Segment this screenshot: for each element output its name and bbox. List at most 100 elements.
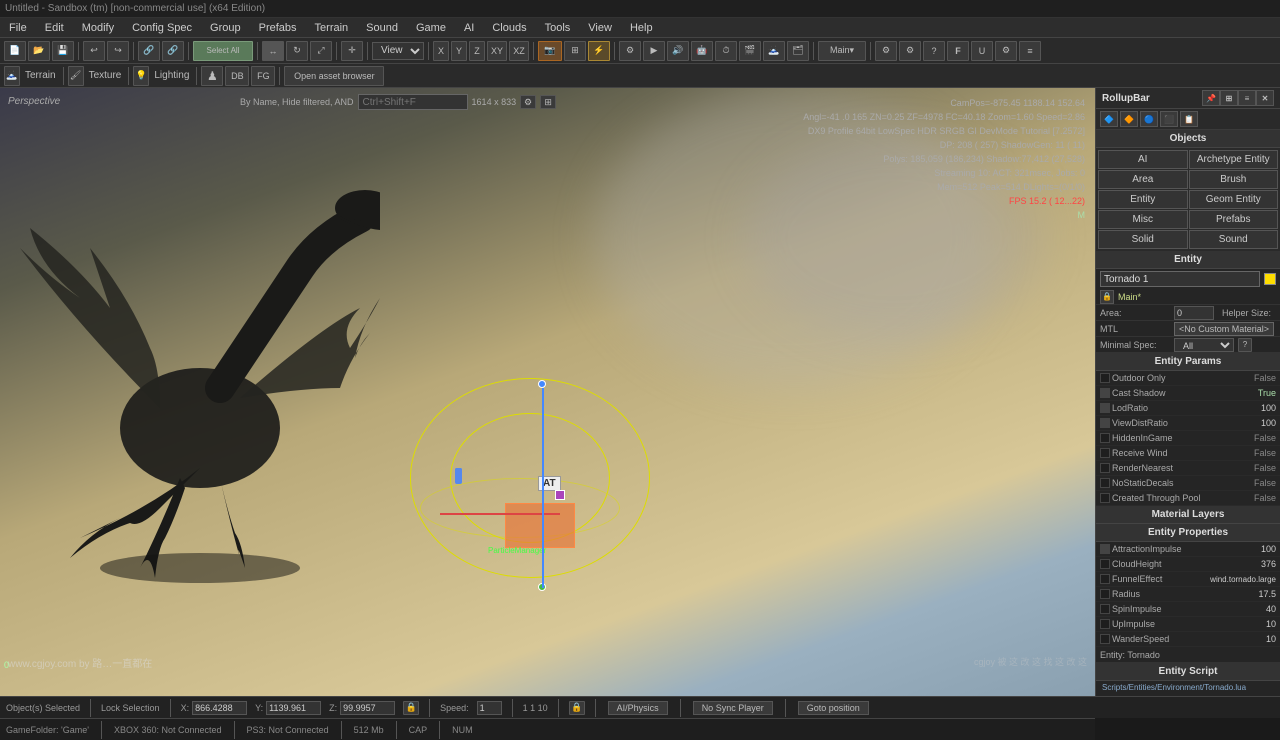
obj-archetype-entity[interactable]: Archetype Entity: [1189, 150, 1279, 169]
area-input[interactable]: [1174, 306, 1214, 320]
open-btn[interactable]: 📂: [28, 41, 50, 61]
lock-icon[interactable]: 🔒: [403, 701, 419, 715]
menu-group[interactable]: Group: [206, 22, 245, 34]
check-cloud-height[interactable]: [1100, 559, 1110, 569]
figure-btn[interactable]: ♟: [201, 66, 223, 86]
settings2-btn[interactable]: ⚙: [899, 41, 921, 61]
menu-tools[interactable]: Tools: [541, 22, 575, 34]
new-btn[interactable]: 📄: [4, 41, 26, 61]
check-created-pool[interactable]: [1100, 493, 1110, 503]
snap-btn[interactable]: ⚡: [588, 41, 610, 61]
select-btn[interactable]: Select All: [193, 41, 253, 61]
menu-config-spec[interactable]: Config Spec: [128, 22, 196, 34]
camera-btn[interactable]: 📷: [538, 41, 562, 61]
undo-btn[interactable]: ↩: [83, 41, 105, 61]
obj-prefabs[interactable]: Prefabs: [1189, 210, 1279, 229]
texture-icon[interactable]: 🖌: [68, 66, 84, 86]
menu-view[interactable]: View: [584, 22, 616, 34]
physics-btn[interactable]: ⚙: [619, 41, 641, 61]
xy-axis[interactable]: XY: [487, 41, 507, 61]
x-input[interactable]: [192, 701, 247, 715]
view-dropdown[interactable]: View: [372, 42, 424, 60]
res-expand-btn[interactable]: ⊞: [540, 95, 556, 109]
menu-ai[interactable]: AI: [460, 22, 478, 34]
obj-ai[interactable]: AI: [1098, 150, 1188, 169]
check-hidden[interactable]: [1100, 433, 1110, 443]
obj-solid[interactable]: Solid: [1098, 230, 1188, 249]
menu-clouds[interactable]: Clouds: [488, 22, 530, 34]
rotate-btn[interactable]: ↻: [286, 41, 308, 61]
handle-purple[interactable]: [555, 490, 565, 500]
check-wander[interactable]: [1100, 634, 1110, 644]
open-asset-btn[interactable]: Open asset browser: [284, 66, 384, 86]
y-axis[interactable]: Y: [451, 41, 467, 61]
link-btn[interactable]: 🔗: [138, 41, 160, 61]
rollup-close-btn[interactable]: ✕: [1256, 90, 1274, 106]
panel-tb-4[interactable]: ⬛: [1160, 111, 1178, 127]
move-btn[interactable]: ↔: [262, 41, 284, 61]
settings-btn[interactable]: ⚙: [875, 41, 897, 61]
panel-tb-3[interactable]: 🔵: [1140, 111, 1158, 127]
no-sync-btn[interactable]: No Sync Player: [693, 701, 773, 715]
play-game-btn[interactable]: ▶: [643, 41, 665, 61]
rollup-menu-btn[interactable]: ≡: [1238, 90, 1256, 106]
main-dropdown[interactable]: Main▾: [818, 41, 866, 61]
obj-brush[interactable]: Brush: [1189, 170, 1279, 189]
search-input[interactable]: [358, 94, 468, 110]
entity-color-dot[interactable]: [1264, 273, 1276, 285]
ai-btn[interactable]: 🤖: [691, 41, 713, 61]
speed-input[interactable]: [477, 701, 502, 715]
panel-tb-2[interactable]: 🔶: [1120, 111, 1138, 127]
check-cast-shadow[interactable]: [1100, 388, 1110, 398]
entity-name-input[interactable]: [1100, 271, 1260, 287]
layer-btn2[interactable]: 🗂: [787, 41, 809, 61]
lighting-icon[interactable]: 💡: [133, 66, 149, 86]
check-attraction[interactable]: [1100, 544, 1110, 554]
panel-tb-5[interactable]: 📋: [1180, 111, 1198, 127]
menu-file[interactable]: File: [5, 22, 31, 34]
check-spin[interactable]: [1100, 604, 1110, 614]
sound-btn[interactable]: 🔊: [667, 41, 689, 61]
x-axis[interactable]: X: [433, 41, 449, 61]
f-btn[interactable]: F: [947, 41, 969, 61]
obj-geom-entity[interactable]: Geom Entity: [1189, 190, 1279, 209]
minimal-spec-btn[interactable]: ?: [1238, 338, 1252, 352]
rollup-pin-btn[interactable]: 📌: [1202, 90, 1220, 106]
cursor-btn[interactable]: ✛: [341, 41, 363, 61]
help-btn[interactable]: ?: [923, 41, 945, 61]
check-no-static[interactable]: [1100, 478, 1110, 488]
unlink-btn[interactable]: 🔗: [162, 41, 184, 61]
menu-terrain[interactable]: Terrain: [311, 22, 353, 34]
obj-sound[interactable]: Sound: [1189, 230, 1279, 249]
menu-modify[interactable]: Modify: [78, 22, 118, 34]
ai-physics-btn[interactable]: AI/Physics: [608, 701, 668, 715]
obj-area[interactable]: Area: [1098, 170, 1188, 189]
menu-sound[interactable]: Sound: [362, 22, 402, 34]
z-axis[interactable]: Z: [469, 41, 485, 61]
rollup-expand-btn[interactable]: ⊞: [1220, 90, 1238, 106]
fg-btn[interactable]: FG: [251, 66, 275, 86]
save-btn[interactable]: 💾: [52, 41, 74, 61]
viewport[interactable]: Perspective By Name, Hide filtered, AND …: [0, 88, 1095, 696]
menu-edit[interactable]: Edit: [41, 22, 68, 34]
menu-prefabs[interactable]: Prefabs: [255, 22, 301, 34]
check-funnel[interactable]: [1100, 574, 1110, 584]
check-render-nearest[interactable]: [1100, 463, 1110, 473]
handle-blue-top[interactable]: [538, 380, 546, 388]
menu-game[interactable]: Game: [412, 22, 450, 34]
redo-btn[interactable]: ↪: [107, 41, 129, 61]
panel-tb-1[interactable]: 🔷: [1100, 111, 1118, 127]
u-btn[interactable]: U: [971, 41, 993, 61]
y-input[interactable]: [266, 701, 321, 715]
scale-btn[interactable]: ⤢: [310, 41, 332, 61]
check-up[interactable]: [1100, 619, 1110, 629]
terrain-mode-btn[interactable]: 🗻: [4, 66, 20, 86]
grid-btn[interactable]: ⊞: [564, 41, 586, 61]
res-settings-btn[interactable]: ⚙: [520, 95, 536, 109]
menu-help[interactable]: Help: [626, 22, 657, 34]
entity-box[interactable]: [505, 503, 575, 548]
check-receive-wind[interactable]: [1100, 448, 1110, 458]
config-btn[interactable]: ⚙: [995, 41, 1017, 61]
layer-icon[interactable]: 🔒: [1100, 290, 1114, 304]
goto-btn[interactable]: Goto position: [798, 701, 869, 715]
